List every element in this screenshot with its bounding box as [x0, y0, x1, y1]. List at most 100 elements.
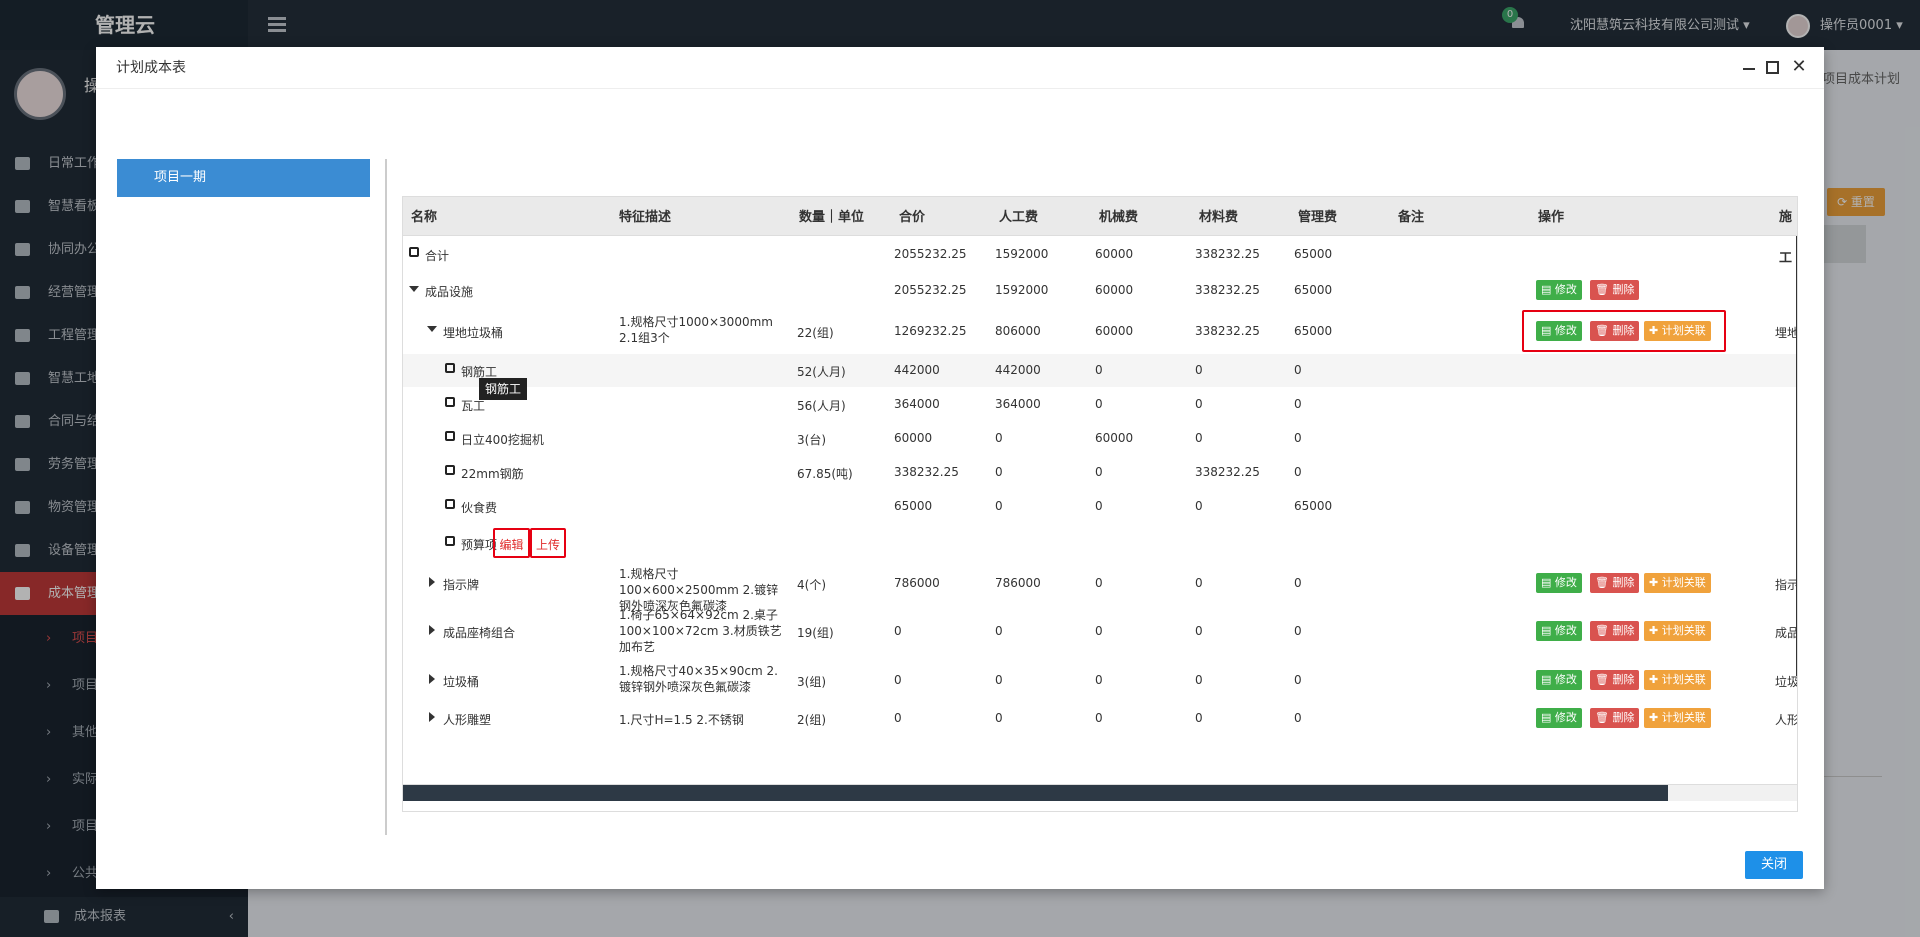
edit-button[interactable]: ▤ 修改: [1536, 621, 1582, 641]
cell-machine: 0: [1095, 673, 1103, 687]
row-checkbox[interactable]: [445, 397, 455, 407]
cell-machine: 60000: [1095, 247, 1134, 261]
cell-qty: 67.85(吨): [797, 467, 853, 481]
scrollbar-thumb[interactable]: [403, 785, 1668, 801]
expand-toggle-icon[interactable]: [429, 577, 435, 587]
delete-button[interactable]: 🗑 删除: [1590, 321, 1640, 341]
delete-button[interactable]: 🗑 删除: [1590, 670, 1640, 690]
expand-toggle-icon[interactable]: [429, 625, 435, 635]
cell-desc: 1.规格尺寸40×35×90cm 2.镀锌钢外喷深灰色氟碳漆: [619, 664, 778, 694]
tree-item-project-phase-1[interactable]: 项目一期: [117, 159, 370, 197]
cell-material: 0: [1195, 431, 1203, 445]
plan-link-button[interactable]: ✚ 计划关联: [1644, 708, 1711, 728]
table-row: 瓦工 56(人月) 364000 364000 0 0 0 钢筋工: [403, 378, 1797, 421]
plan-link-button[interactable]: ✚ 计划关联: [1644, 321, 1711, 341]
plan-link-button[interactable]: ✚ 计划关联: [1644, 621, 1711, 641]
table-row: 埋地垃圾桶 1.规格尺寸1000×3000mm 2.1组3个 22(组) 126…: [403, 308, 1797, 354]
close-button[interactable]: 关闭: [1745, 851, 1803, 879]
cell-qty: 2(组): [797, 713, 826, 727]
table-row: 垃圾桶 1.规格尺寸40×35×90cm 2.镀锌钢外喷深灰色氟碳漆 3(组) …: [403, 659, 1797, 699]
cell-machine: 0: [1095, 499, 1103, 513]
col-name: 名称: [411, 210, 438, 225]
cell-qty: 4(个): [797, 578, 826, 592]
cell-name: 成品座椅组合: [443, 626, 516, 640]
vertical-scrollbar[interactable]: [1796, 236, 1797, 676]
row-checkbox[interactable]: [445, 536, 455, 546]
cell-management: 0: [1294, 431, 1302, 445]
delete-button[interactable]: 🗑 删除: [1590, 280, 1640, 300]
cell-total: 338232.25: [894, 465, 959, 479]
col-management: 管理费: [1298, 210, 1338, 225]
close-icon[interactable]: ✕: [1791, 58, 1807, 76]
cell-name: 人形雕塑: [443, 713, 492, 727]
cell-total: 1269232.25: [894, 324, 967, 338]
cell-machine: 0: [1095, 465, 1103, 479]
cell-construction: 人形: [1775, 713, 1798, 727]
col-desc: 特征描述: [619, 210, 672, 225]
cell-construction: 成品: [1775, 626, 1798, 640]
edit-button[interactable]: ▤ 修改: [1536, 280, 1582, 300]
delete-button[interactable]: 🗑 删除: [1590, 708, 1640, 728]
expand-toggle-icon[interactable]: [429, 712, 435, 722]
edit-button[interactable]: ▤ 修改: [1536, 573, 1582, 593]
cell-total: 2055232.25: [894, 247, 967, 261]
cell-name: 22mm钢筋: [461, 467, 524, 481]
expand-toggle-icon[interactable]: [429, 674, 435, 684]
cell-total: 0: [894, 711, 902, 725]
table-header: 名称 特征描述 数量｜单位 合价 人工费 机械费 材料费 管理费 备注 操作 施…: [403, 197, 1797, 266]
table-row: 伙食费 65000 0 0 0 65000: [403, 489, 1797, 523]
row-checkbox[interactable]: [409, 247, 419, 257]
table-row: 钢筋工 52(人月) 442000 442000 0 0 0: [403, 354, 1797, 387]
plan-link-button[interactable]: ✚ 计划关联: [1644, 670, 1711, 690]
row-checkbox[interactable]: [445, 465, 455, 475]
col-remark: 备注: [1398, 210, 1425, 225]
table-row: 合计 2055232.25 1592000 60000 338232.25 65…: [403, 236, 1797, 272]
modal-title: 计划成本表: [116, 60, 186, 76]
row-checkbox[interactable]: [445, 431, 455, 441]
cell-total: 0: [894, 673, 902, 687]
cell-material: 0: [1195, 576, 1203, 590]
edit-button[interactable]: ▤ 修改: [1536, 321, 1582, 341]
cell-qty: 19(组): [797, 626, 834, 640]
cell-management: 0: [1294, 673, 1302, 687]
cost-table: 名称 特征描述 数量｜单位 合价 人工费 机械费 材料费 管理费 备注 操作 施…: [402, 196, 1798, 812]
row-checkbox[interactable]: [445, 499, 455, 509]
cell-machine: 60000: [1095, 324, 1134, 338]
cell-machine: 0: [1095, 363, 1103, 377]
delete-button[interactable]: 🗑 删除: [1590, 573, 1640, 593]
inline-edit-button[interactable]: 编辑: [493, 528, 530, 558]
table-row: 日立400挖掘机 3(台) 60000 0 60000 0 0: [403, 421, 1797, 455]
cell-labor: 0: [995, 499, 1003, 513]
cell-labor: 0: [995, 711, 1003, 725]
table-row: 成品座椅组合 1.椅子65×64×92cm 2.桌子100×100×72cm 3…: [403, 603, 1798, 659]
cell-management: 0: [1294, 711, 1302, 725]
horizontal-scrollbar[interactable]: [403, 784, 1797, 801]
collapse-toggle-icon[interactable]: [427, 326, 437, 332]
panel-divider: [385, 159, 387, 835]
cell-machine: 0: [1095, 624, 1103, 638]
cell-management: 0: [1294, 576, 1302, 590]
cell-labor: 0: [995, 431, 1003, 445]
maximize-icon[interactable]: [1766, 61, 1779, 74]
edit-button[interactable]: ▤ 修改: [1536, 708, 1582, 728]
cell-labor: 806000: [995, 324, 1041, 338]
cell-total: 0: [894, 624, 902, 638]
table-row: 预算项 编辑 上传: [403, 523, 1797, 563]
minimize-icon[interactable]: [1741, 59, 1757, 75]
cell-machine: 60000: [1095, 431, 1134, 445]
cell-name: 埋地垃圾桶: [443, 326, 504, 340]
edit-button[interactable]: ▤ 修改: [1536, 670, 1582, 690]
plan-link-button[interactable]: ✚ 计划关联: [1644, 573, 1711, 593]
cell-construction: 指示: [1775, 578, 1798, 592]
delete-button[interactable]: 🗑 删除: [1590, 621, 1640, 641]
cell-qty: 56(人月): [797, 399, 846, 413]
cell-total: 65000: [894, 499, 933, 513]
row-checkbox[interactable]: [445, 363, 455, 373]
cell-management: 65000: [1294, 247, 1333, 261]
cell-labor: 0: [995, 673, 1003, 687]
cell-management: 0: [1294, 465, 1302, 479]
collapse-toggle-icon[interactable]: [409, 286, 419, 292]
cell-material: 338232.25: [1195, 465, 1260, 479]
col-total: 合价: [899, 210, 926, 225]
inline-upload-button[interactable]: 上传: [530, 528, 566, 558]
